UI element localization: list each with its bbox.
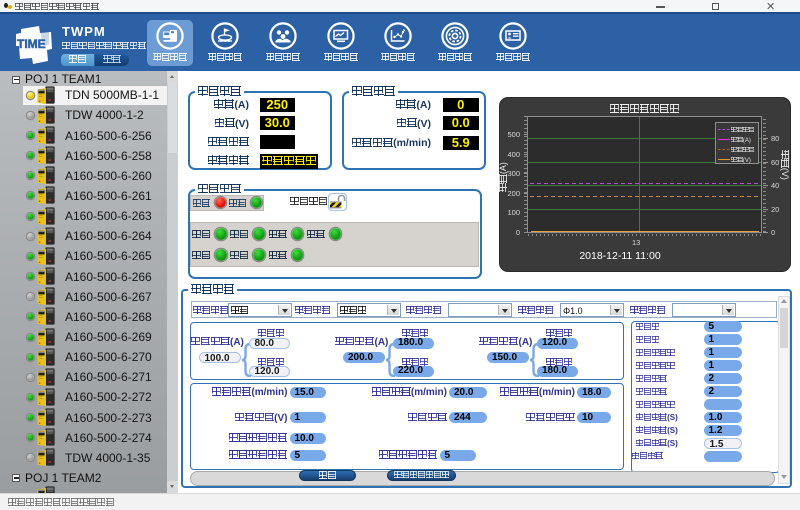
- svg-text:TIME: TIME: [17, 37, 46, 51]
